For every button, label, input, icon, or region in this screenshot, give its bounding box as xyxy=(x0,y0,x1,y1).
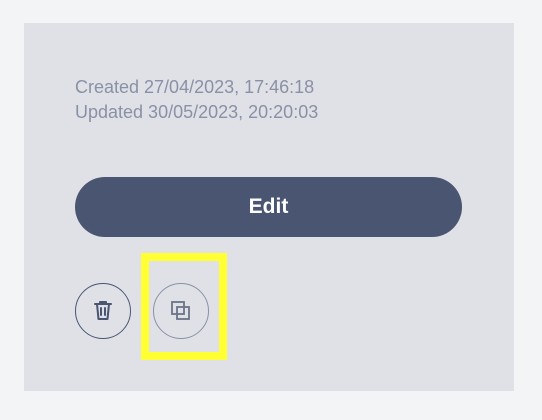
created-timestamp: Created 27/04/2023, 17:46:18 xyxy=(75,77,315,97)
duplicate-icon xyxy=(170,300,192,322)
duplicate-button[interactable] xyxy=(153,283,209,339)
delete-button[interactable] xyxy=(75,283,131,339)
trash-icon xyxy=(92,299,114,323)
updated-timestamp: Updated 30/05/2023, 20:20:03 xyxy=(75,102,319,122)
record-meta: Created 27/04/2023, 17:46:18 Updated 30/… xyxy=(75,75,318,125)
record-card: Created 27/04/2023, 17:46:18 Updated 30/… xyxy=(24,23,514,391)
edit-button[interactable]: Edit xyxy=(75,177,462,237)
